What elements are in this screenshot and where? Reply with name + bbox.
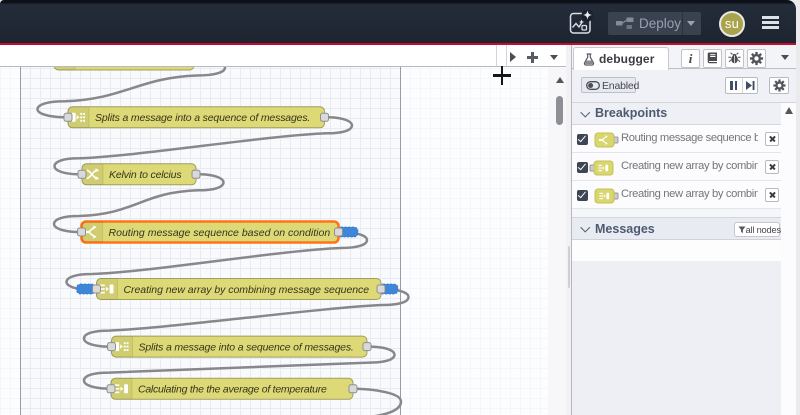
svg-text:Routing message sequence based: Routing message sequence based on condit…	[109, 227, 331, 239]
svg-text:Splits a message into a sequen: Splits a message into a sequence of mess…	[95, 112, 310, 124]
svg-text:Kelvin to celcius: Kelvin to celcius	[109, 169, 182, 181]
svg-text:Creating new array by combinin: Creating new array by combining message …	[124, 284, 370, 296]
svg-text:i: i	[689, 51, 693, 66]
svg-text:Calculating the the average of: Calculating the the average of temperatu…	[138, 383, 327, 395]
svg-text:Splits a message into a sequen: Splits a message into a sequence of mess…	[139, 341, 354, 353]
